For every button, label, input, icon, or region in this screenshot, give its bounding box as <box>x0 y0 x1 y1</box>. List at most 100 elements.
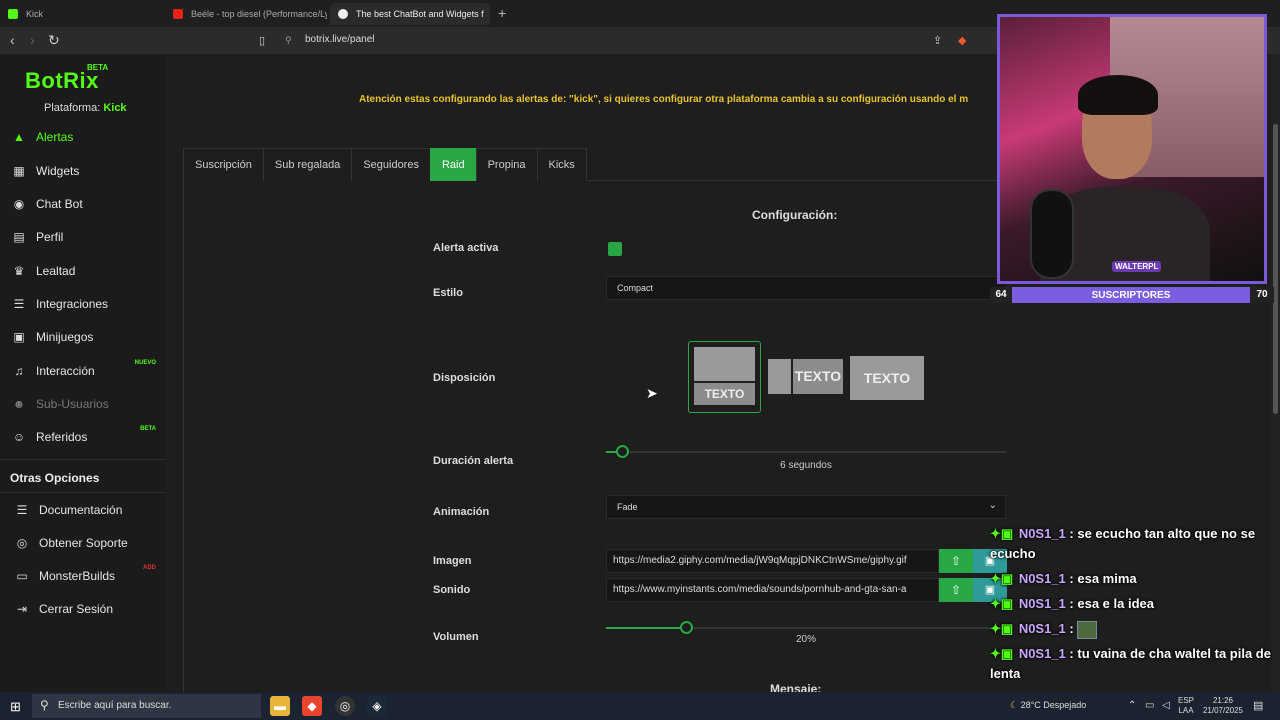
id-card-icon: ▤ <box>13 230 25 244</box>
forward-icon[interactable]: › <box>30 32 35 48</box>
sidebar-item-referidos[interactable]: ☺ Referidos BETA <box>0 421 166 453</box>
notifications-icon[interactable]: ▤ <box>1253 699 1263 712</box>
browser-tab-kick[interactable]: Kick <box>0 3 165 25</box>
sidebar-item-cerrar-sesion[interactable]: ⇥ Cerrar Sesión <box>0 593 166 625</box>
site-info-icon[interactable]: ⚲ <box>285 35 292 46</box>
duration-slider[interactable] <box>606 445 1006 458</box>
sidebar-item-integraciones[interactable]: ☰ Integraciones <box>0 288 166 320</box>
image-url-input[interactable]: https://media2.giphy.com/media/jW9qMqpjD… <box>606 549 939 573</box>
bookmark-icon[interactable]: ▯ <box>259 34 265 47</box>
tab-raid[interactable]: Raid <box>429 148 477 181</box>
sub-count-current: 64 <box>990 287 1012 303</box>
chat-text: : esa mima <box>1069 571 1137 586</box>
chat-text: : esa e la idea <box>1069 596 1154 611</box>
animation-label: Animación <box>433 506 490 518</box>
brave-shield-icon[interactable]: ◆ <box>958 34 966 47</box>
duration-value: 6 segundos <box>780 460 832 471</box>
chat-message: ✦▣ N0S1_1 : esa mima <box>990 569 1280 589</box>
back-icon[interactable]: ‹ <box>10 32 15 48</box>
sidebar-item-documentacion[interactable]: ☰ Documentación <box>0 494 166 526</box>
layout-option-image-top[interactable]: TEXTO <box>688 341 761 413</box>
style-select[interactable]: Compact <box>606 276 1006 300</box>
sidebar-item-alertas[interactable]: ▲ Alertas <box>0 121 166 153</box>
browser-tab-youtube[interactable]: Beéle - top diesel (Performance/Lyric <box>165 3 327 25</box>
windows-start-icon[interactable]: ⊞ <box>10 699 21 715</box>
tray-network-icon[interactable]: ▭ <box>1145 700 1154 711</box>
logout-icon: ⇥ <box>16 602 28 616</box>
sidebar-item-obtener-soporte[interactable]: ◎ Obtener Soporte <box>0 527 166 559</box>
sidebar-item-minijuegos[interactable]: ▣ Minijuegos <box>0 321 166 353</box>
sidebar-item-interaccion[interactable]: ♫ Interacción NUEVO <box>0 355 166 387</box>
chat-username: N0S1_1 <box>1018 596 1066 611</box>
volume-slider-thumb[interactable] <box>680 621 693 634</box>
obs-icon[interactable]: ◎ <box>335 696 355 716</box>
config-title: Configuración: <box>752 208 838 222</box>
tab-kicks[interactable]: Kicks <box>536 148 587 181</box>
sound-label: Sonido <box>433 584 471 596</box>
windows-taskbar: ⊞ ⚲ Escribe aquí para buscar. ▬ ◆ ◎ ◈ ☾ … <box>0 692 1280 720</box>
chat-message: ✦▣ N0S1_1 : esa e la idea <box>990 594 1280 614</box>
tab-propina[interactable]: Propina <box>475 148 538 181</box>
sidebar-item-monsterbuilds[interactable]: ▭ MonsterBuilds ADD <box>0 560 166 592</box>
steam-icon[interactable]: ◈ <box>367 696 387 716</box>
volume-icon[interactable]: ◁ <box>1162 700 1170 711</box>
layout-option-image-left[interactable]: TEXTO <box>768 359 843 394</box>
chat-message: ✦▣ N0S1_1 : se ecucho tan alto que no se… <box>990 524 1280 564</box>
platform-label: Plataforma: <box>44 102 101 114</box>
tab-seguidores[interactable]: Seguidores <box>351 148 431 181</box>
animation-select[interactable]: Fade ⌄ <box>606 495 1006 519</box>
sidebar-item-chat-bot[interactable]: ◉ Chat Bot <box>0 188 166 220</box>
upload-sound-button[interactable]: ⇧ <box>939 578 973 602</box>
close-tab-icon[interactable]: ✕ <box>484 8 491 21</box>
style-label: Estilo <box>433 287 463 299</box>
sub-count-goal: 70 <box>1250 287 1274 303</box>
language-indicator[interactable]: ESP LAA <box>1178 696 1194 716</box>
duration-slider-thumb[interactable] <box>616 445 629 458</box>
sidebar-item-lealtad[interactable]: ♛ Lealtad <box>0 255 166 287</box>
style-select-value: Compact <box>617 283 654 293</box>
chat-username: N0S1_1 <box>1018 526 1066 541</box>
reload-icon[interactable]: ↻ <box>48 32 60 49</box>
weather-widget[interactable]: ☾ 28°C Despejado <box>1010 700 1086 711</box>
file-explorer-icon[interactable]: ▬ <box>270 696 290 716</box>
clock[interactable]: 21:26 21/07/2025 <box>1200 696 1246 716</box>
sound-url-input[interactable]: https://www.myinstants.com/media/sounds/… <box>606 578 939 602</box>
sidebar-item-sub-usuarios[interactable]: ☻ Sub-Usuarios <box>0 388 166 420</box>
support-icon: ◎ <box>16 536 28 550</box>
layout-option-image-behind[interactable]: TEXTO <box>850 356 924 400</box>
sidebar-item-perfil[interactable]: ▤ Perfil <box>0 221 166 253</box>
browser-tab-botrix[interactable]: The best ChatBot and Widgets f ✕ <box>330 3 490 25</box>
microphone-icon <box>1030 189 1074 279</box>
chat-badge-icon: ✦▣ <box>990 596 1014 611</box>
upload-image-button[interactable]: ⇧ <box>939 549 973 573</box>
tab-suscripcion[interactable]: Suscripción <box>183 148 264 181</box>
alert-active-label: Alerta activa <box>433 242 499 254</box>
language-code: ESP <box>1178 696 1195 705</box>
new-tab-button[interactable]: + <box>498 5 506 21</box>
share-icon[interactable]: ⇪ <box>933 34 942 47</box>
alert-active-checkbox[interactable] <box>608 242 622 256</box>
sidebar-item-label: Integraciones <box>36 297 109 311</box>
sidebar-item-label: Minijuegos <box>36 330 94 344</box>
scrollbar-thumb[interactable] <box>1273 124 1278 414</box>
streamer-tag: WALTERPL <box>1112 261 1162 272</box>
taskbar-search[interactable]: ⚲ Escribe aquí para buscar. <box>32 694 261 718</box>
botrix-favicon-icon <box>338 9 348 19</box>
sidebar-item-label: Obtener Soporte <box>39 536 128 550</box>
tray-chevron-icon[interactable]: ⌃ <box>1128 700 1136 711</box>
youtube-icon <box>173 9 183 19</box>
volume-slider[interactable] <box>606 621 1006 634</box>
sidebar-item-widgets[interactable]: ▦ Widgets <box>0 155 166 187</box>
chat-message: ✦▣ N0S1_1 : tu vaina de cha waltel ta pi… <box>990 644 1280 684</box>
webcam-person-hair <box>1078 75 1158 115</box>
sub-goal-label: SUSCRIPTORES <box>1091 289 1171 301</box>
chat-overlay: ✦▣ N0S1_1 : se ecucho tan alto que no se… <box>990 524 1280 689</box>
sidebar-item-label: Sub-Usuarios <box>36 397 109 411</box>
trophy-icon: ♛ <box>13 264 25 278</box>
brave-browser-icon[interactable]: ◆ <box>302 696 322 716</box>
sidebar: BotRix BETA Plataforma: Kick ▲ Alertas ▦… <box>0 54 166 692</box>
robot-icon: ◉ <box>13 197 25 211</box>
url-field[interactable]: botrix.live/panel <box>305 34 374 45</box>
tab-sub-regalada[interactable]: Sub regalada <box>262 148 353 181</box>
sidebar-item-label: Alertas <box>36 130 74 144</box>
